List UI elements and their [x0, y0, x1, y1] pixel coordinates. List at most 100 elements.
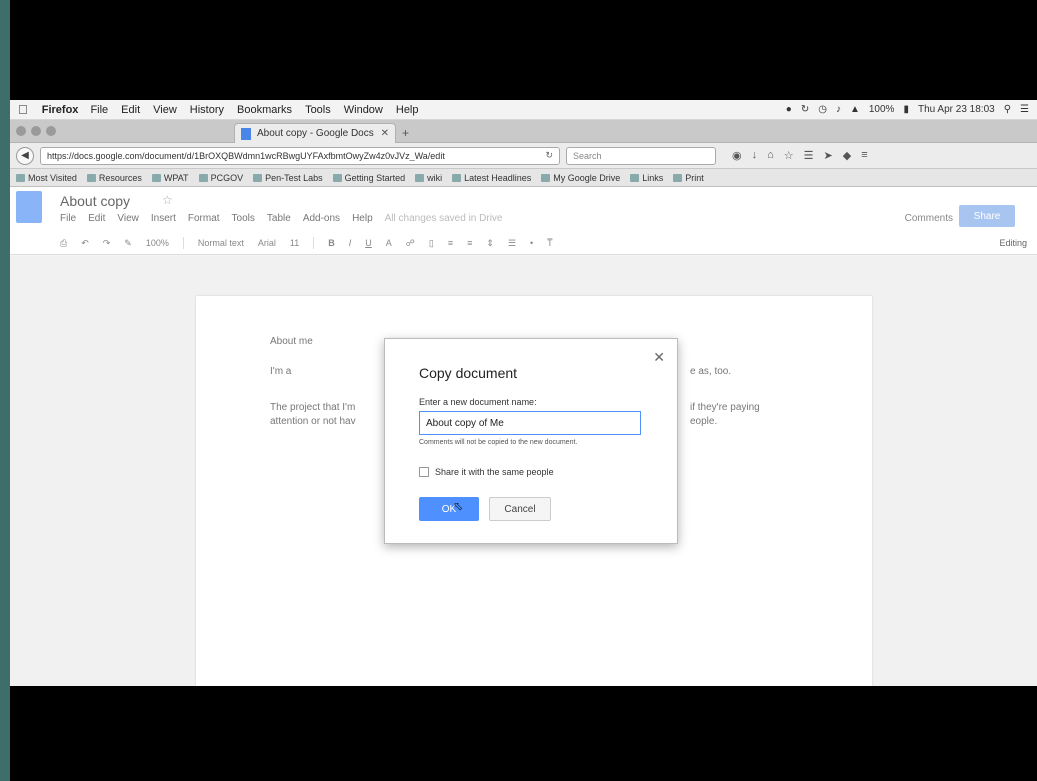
bookmark-item[interactable]: Resources: [87, 173, 142, 183]
bookmark-item[interactable]: Latest Headlines: [452, 173, 531, 183]
extension-icon[interactable]: ◆: [843, 149, 851, 162]
docs-menu-insert[interactable]: Insert: [151, 213, 176, 224]
bookmark-item[interactable]: PCGOV: [199, 173, 244, 183]
bulleted-list-icon[interactable]: •: [530, 238, 533, 248]
back-icon[interactable]: ◀: [16, 146, 34, 165]
toolbar-divider: [182, 237, 184, 249]
doc-title[interactable]: About copy: [60, 193, 130, 209]
bookmark-item[interactable]: Print: [673, 173, 704, 183]
print-icon[interactable]: ⎙: [60, 238, 67, 249]
save-status: All changes saved in Drive: [384, 213, 503, 224]
clock[interactable]: Thu Apr 23 18:03: [918, 104, 995, 115]
numbered-list-icon[interactable]: ☰: [508, 238, 516, 249]
paint-format-icon[interactable]: ✎: [124, 238, 132, 249]
menu-view[interactable]: View: [153, 104, 177, 116]
docs-menu-file[interactable]: File: [60, 213, 76, 224]
line-spacing-icon[interactable]: ⇕: [486, 238, 494, 249]
clear-format-icon[interactable]: T̅: [547, 238, 553, 248]
docs-menu-addons[interactable]: Add-ons: [303, 213, 340, 224]
apple-icon[interactable]: : [18, 102, 28, 117]
sync-icon[interactable]: ↻: [801, 104, 809, 115]
undo-icon[interactable]: ↶: [81, 238, 89, 249]
docs-logo-icon[interactable]: [16, 191, 42, 223]
doc-line-3-end: eople.: [690, 416, 718, 427]
wifi-icon[interactable]: ▲: [850, 104, 860, 115]
star-icon[interactable]: ☆: [162, 193, 173, 207]
docs-toolbar: ⎙ ↶ ↷ ✎ 100% Normal text Arial 11 B I U …: [60, 235, 1027, 251]
text-color-icon[interactable]: A: [386, 238, 392, 248]
minimize-window-button[interactable]: [31, 126, 41, 136]
home-icon[interactable]: ⌂: [767, 149, 774, 162]
menubar-tray: ● ↻ ◷ ♪ ▲ 100% ▮ Thu Apr 23 18:03 ⚲ ☰: [786, 104, 1029, 115]
zoom-window-button[interactable]: [46, 126, 56, 136]
menu-file[interactable]: File: [90, 104, 108, 116]
checkbox-box[interactable]: [419, 467, 429, 477]
align-left-icon[interactable]: ≡: [448, 238, 453, 248]
ok-button[interactable]: OK: [419, 497, 479, 521]
search-bar[interactable]: Search: [566, 146, 716, 165]
notification-icon[interactable]: ☰: [1020, 104, 1029, 115]
battery-text[interactable]: 100%: [869, 104, 895, 115]
bluetooth-icon[interactable]: ●: [786, 104, 792, 115]
close-icon[interactable]: ✕: [653, 349, 665, 366]
share-same-people-checkbox[interactable]: Share it with the same people: [419, 467, 554, 477]
reload-icon[interactable]: ↻: [545, 150, 553, 161]
docs-menu-edit[interactable]: Edit: [88, 213, 105, 224]
bookmark-item[interactable]: Most Visited: [16, 173, 77, 183]
menu-bookmarks[interactable]: Bookmarks: [237, 104, 292, 116]
close-tab-icon[interactable]: ✕: [381, 128, 389, 139]
url-text: https://docs.google.com/document/d/1BrOX…: [47, 150, 445, 161]
zoom-select[interactable]: 100%: [146, 238, 169, 248]
docs-menu-tools[interactable]: Tools: [232, 213, 255, 224]
timemachine-icon[interactable]: ◷: [818, 104, 827, 115]
cancel-button[interactable]: Cancel: [489, 497, 551, 521]
new-tab-icon[interactable]: +: [402, 126, 409, 140]
comment-icon[interactable]: ▯: [429, 238, 434, 249]
bookmark-star-icon[interactable]: ☆: [784, 149, 794, 162]
menu-history[interactable]: History: [190, 104, 224, 116]
italic-icon[interactable]: I: [349, 238, 352, 248]
comments-button[interactable]: Comments: [905, 213, 953, 224]
docs-menu-table[interactable]: Table: [267, 213, 291, 224]
bookmark-item[interactable]: Getting Started: [333, 173, 406, 183]
tab-about-copy[interactable]: About copy - Google Docs ✕: [234, 123, 396, 143]
bold-icon[interactable]: B: [328, 238, 335, 248]
docs-menu-help[interactable]: Help: [352, 213, 373, 224]
share-button[interactable]: Share: [959, 205, 1015, 227]
bookmark-item[interactable]: wiki: [415, 173, 442, 183]
link-icon[interactable]: ☍: [406, 238, 415, 249]
menu-help[interactable]: Help: [396, 104, 419, 116]
underline-icon[interactable]: U: [365, 238, 372, 248]
bookmark-item[interactable]: WPAT: [152, 173, 189, 183]
editing-mode-select[interactable]: Editing: [999, 238, 1027, 248]
spotlight-icon[interactable]: ⚲: [1004, 104, 1011, 115]
toolbar-divider: [313, 237, 315, 249]
docs-menu-format[interactable]: Format: [188, 213, 220, 224]
bookmark-item[interactable]: My Google Drive: [541, 173, 620, 183]
battery-icon[interactable]: ▮: [903, 104, 909, 115]
mouse-cursor-icon: ⬁: [453, 499, 464, 513]
menu-edit[interactable]: Edit: [121, 104, 140, 116]
docs-favicon-icon: [241, 127, 251, 140]
align-center-icon[interactable]: ≡: [467, 238, 472, 248]
reader-icon[interactable]: ☰: [804, 149, 814, 162]
send-icon[interactable]: ➤: [824, 149, 833, 162]
font-size-select[interactable]: 11: [290, 238, 299, 248]
document-name-input[interactable]: [419, 411, 641, 435]
bookmark-item[interactable]: Pen-Test Labs: [253, 173, 323, 183]
menu-tools[interactable]: Tools: [305, 104, 331, 116]
doc-line-2-start: The project that I'm: [270, 402, 356, 413]
menu-window[interactable]: Window: [344, 104, 383, 116]
menu-icon[interactable]: ≡: [861, 149, 867, 162]
docs-menu-view[interactable]: View: [117, 213, 139, 224]
pocket-icon[interactable]: ◉: [732, 149, 742, 162]
menubar-app-name[interactable]: Firefox: [42, 104, 79, 116]
font-select[interactable]: Arial: [258, 238, 276, 248]
redo-icon[interactable]: ↷: [103, 238, 111, 249]
bookmark-item[interactable]: Links: [630, 173, 663, 183]
volume-icon[interactable]: ♪: [836, 104, 841, 115]
close-window-button[interactable]: [16, 126, 26, 136]
download-icon[interactable]: ↓: [752, 149, 758, 162]
url-bar[interactable]: https://docs.google.com/document/d/1BrOX…: [40, 146, 560, 165]
style-select[interactable]: Normal text: [198, 238, 244, 248]
